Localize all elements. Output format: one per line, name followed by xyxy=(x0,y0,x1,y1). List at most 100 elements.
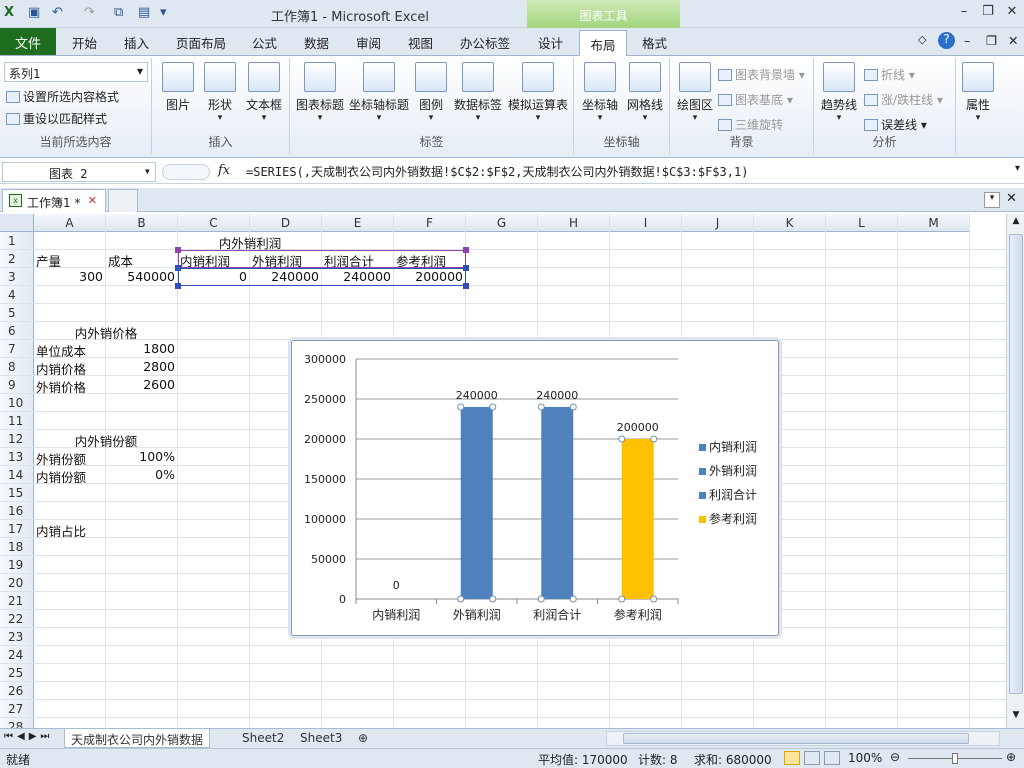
error-bars-button[interactable]: 误差线 ▾ xyxy=(864,116,927,133)
row-header-11[interactable]: 11 xyxy=(0,412,34,430)
row-header-25[interactable]: 25 xyxy=(0,664,34,682)
doc-close-icon[interactable]: ✕ xyxy=(1008,33,1018,48)
row-header-13[interactable]: 13 xyxy=(0,448,34,466)
row-header-2[interactable]: 2 xyxy=(0,250,34,268)
column-header-I[interactable]: I xyxy=(610,214,682,232)
cell-B14[interactable]: 0% xyxy=(106,466,178,484)
cell-A3[interactable]: 300 xyxy=(34,268,106,286)
row-header-15[interactable]: 15 xyxy=(0,484,34,502)
tab-office-tab[interactable]: 办公标签 xyxy=(460,33,510,52)
cell-B8[interactable]: 2800 xyxy=(106,358,178,376)
cell-C1[interactable]: 内外销利润 xyxy=(178,232,322,251)
expand-formula-icon[interactable]: ▾ xyxy=(1015,163,1020,174)
row-header-3[interactable]: 3 xyxy=(0,268,34,286)
cell-A2[interactable]: 产量 xyxy=(35,250,105,269)
row-header-23[interactable]: 23 xyxy=(0,628,34,646)
selection-dropdown[interactable]: 系列1 ▾ xyxy=(4,62,148,82)
scroll-down-icon[interactable]: ▼ xyxy=(1009,710,1023,724)
page-break-view-icon[interactable] xyxy=(824,751,840,765)
row-header-22[interactable]: 22 xyxy=(0,610,34,628)
vertical-scroll-thumb[interactable] xyxy=(1009,234,1023,694)
cell-A14[interactable]: 内销份额 xyxy=(35,466,105,485)
legend-button[interactable]: 图例 ▾ xyxy=(414,62,448,123)
zoom-out-icon[interactable]: ⊖ xyxy=(890,750,900,764)
cell-A13[interactable]: 外销份额 xyxy=(35,448,105,467)
sheet-tab-1[interactable]: 天成制衣公司内外销数据 xyxy=(64,729,211,748)
gridlines-button[interactable]: 网格线 ▾ xyxy=(624,62,666,123)
collapse-ribbon-icon[interactable]: ◇ xyxy=(918,33,926,46)
row-header-21[interactable]: 21 xyxy=(0,592,34,610)
column-header-E[interactable]: E xyxy=(322,214,394,232)
row-header-10[interactable]: 10 xyxy=(0,394,34,412)
picture-button[interactable]: 图片 xyxy=(160,62,196,113)
row-header-7[interactable]: 7 xyxy=(0,340,34,358)
tab-page-layout[interactable]: 页面布局 xyxy=(176,33,226,52)
chart-object[interactable]: 0 50000 100000 150000 200000 250000 300000 0 内销利… xyxy=(291,340,779,636)
cell-A8[interactable]: 内销价格 xyxy=(35,358,105,377)
column-header-C[interactable]: C xyxy=(178,214,250,232)
sheet-nav-icons[interactable]: ⏮◀▶⏭ xyxy=(4,731,53,742)
shapes-button[interactable]: 形状 ▾ xyxy=(202,62,238,123)
normal-view-icon[interactable] xyxy=(784,751,800,765)
plot-area-button[interactable]: 绘图区 ▾ xyxy=(674,62,716,123)
updown-bars-button[interactable]: 涨/跌柱线 ▾ xyxy=(864,91,943,108)
row-header-18[interactable]: 18 xyxy=(0,538,34,556)
tab-insert[interactable]: 插入 xyxy=(124,33,149,52)
column-header-D[interactable]: D xyxy=(250,214,322,232)
help-icon[interactable]: ? xyxy=(938,32,955,49)
column-header-J[interactable]: J xyxy=(682,214,754,232)
tab-home[interactable]: 开始 xyxy=(72,33,97,52)
tab-format[interactable]: 格式 xyxy=(642,33,667,52)
cell-B2[interactable]: 成本 xyxy=(107,250,177,269)
insert-function-icon[interactable]: fx xyxy=(218,163,230,178)
tab-list-icon[interactable]: ▾ xyxy=(984,192,1000,208)
row-header-5[interactable]: 5 xyxy=(0,304,34,322)
column-header-F[interactable]: F xyxy=(394,214,466,232)
zoom-slider-thumb[interactable] xyxy=(952,753,958,764)
lines-button[interactable]: 折线 ▾ xyxy=(864,66,915,83)
row-header-1[interactable]: 1 xyxy=(0,232,34,250)
tab-file[interactable]: 文件 xyxy=(0,28,56,55)
chart-title-button[interactable]: 图表标题 ▾ xyxy=(294,62,346,123)
vertical-scrollbar[interactable]: ▲ ▼ xyxy=(1006,214,1024,728)
cell-B9[interactable]: 2600 xyxy=(106,376,178,394)
tab-formulas[interactable]: 公式 xyxy=(252,33,277,52)
formula-input[interactable]: =SERIES(,天成制衣公司内外销数据!$C$2:$F$2,天成制衣公司内外销… xyxy=(246,163,748,180)
axis-title-button[interactable]: 坐标轴标题 ▾ xyxy=(348,62,410,123)
cell-B3[interactable]: 540000 xyxy=(106,268,178,286)
row-header-6[interactable]: 6 xyxy=(0,322,34,340)
cell-A12[interactable]: 内外销份额 xyxy=(34,430,178,449)
range-handle[interactable] xyxy=(463,247,469,253)
close-icon[interactable]: ✕ xyxy=(1003,4,1021,22)
zoom-in-icon[interactable]: ⊕ xyxy=(1006,750,1016,764)
select-all-corner[interactable] xyxy=(0,214,34,232)
minimize-icon[interactable]: – xyxy=(955,4,973,22)
range-handle[interactable] xyxy=(463,283,469,289)
horizontal-scroll-thumb[interactable] xyxy=(623,733,969,744)
tab-view[interactable]: 视图 xyxy=(408,33,433,52)
close-window-tabs-icon[interactable]: ✕ xyxy=(1006,191,1017,206)
row-header-14[interactable]: 14 xyxy=(0,466,34,484)
doc-restore-icon[interactable]: ❐ xyxy=(986,33,997,48)
workbook-tab[interactable]: x 工作簿1 * ✕ xyxy=(2,189,106,212)
cell-B7[interactable]: 1800 xyxy=(106,340,178,358)
properties-button[interactable]: 属性 ▾ xyxy=(960,62,996,123)
sheet-tab-2[interactable]: Sheet2 xyxy=(236,729,290,748)
textbox-button[interactable]: 文本框 ▾ xyxy=(242,62,286,123)
row-header-17[interactable]: 17 xyxy=(0,520,34,538)
range-handle[interactable] xyxy=(463,265,469,271)
format-selection-button[interactable]: 设置所选内容格式 xyxy=(6,88,119,105)
cell-A7[interactable]: 单位成本 xyxy=(35,340,105,359)
column-header-B[interactable]: B xyxy=(106,214,178,232)
formula-bar-expander[interactable] xyxy=(162,164,210,180)
column-header-K[interactable]: K xyxy=(754,214,826,232)
doc-minimize-icon[interactable]: – xyxy=(964,33,970,48)
chart-floor-button[interactable]: 图表基底 ▾ xyxy=(718,91,793,108)
row-header-16[interactable]: 16 xyxy=(0,502,34,520)
row-header-12[interactable]: 12 xyxy=(0,430,34,448)
chart-wall-button[interactable]: 图表背景墙 ▾ xyxy=(718,66,805,83)
row-header-20[interactable]: 20 xyxy=(0,574,34,592)
row-header-27[interactable]: 27 xyxy=(0,700,34,718)
cell-A17[interactable]: 内销占比 xyxy=(35,520,105,539)
column-header-H[interactable]: H xyxy=(538,214,610,232)
